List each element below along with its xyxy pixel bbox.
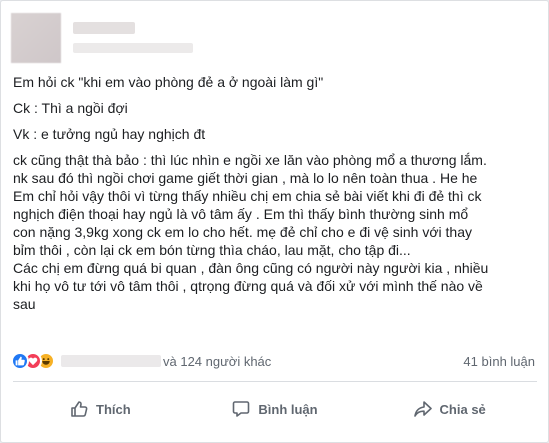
post-line: Em hỏi ck "khi em vào phòng đẻ a ở ngoài… [13,74,324,90]
post-card: Em hỏi ck "khi em vào phòng đẻ a ở ngoài… [0,0,549,443]
reaction-others-count[interactable]: và 124 người khác [163,354,271,369]
post-line: Ck : Thì a ngồi đợi [13,100,128,116]
like-reaction-icon[interactable] [11,352,29,370]
reactor-names-redacted[interactable] [61,355,161,367]
share-button-label: Chia sẻ [439,401,486,417]
post-body: Em hỏi ck "khi em vào phòng đẻ a ở ngoài… [13,73,541,313]
comment-count[interactable]: 41 bình luận [463,354,535,369]
like-button-label: Thích [96,401,131,417]
comment-bubble-icon [233,401,250,417]
author-name-redacted[interactable] [73,22,135,34]
post-line: bỉm thôi , còn lại ck em bón từng thìa c… [13,242,411,258]
post-line: khi họ vô tư tới vô tâm thôi , qtrọng đừ… [13,278,483,294]
like-button[interactable]: Thích [13,389,188,429]
post-line: Vk : e tưởng ngủ hay nghịch đt [13,126,206,142]
share-button[interactable]: Chia sẻ [362,389,537,429]
post-line: Em chỉ hỏi vậy thôi vì từng thấy nhiều c… [13,188,482,204]
share-arrow-icon [413,401,432,417]
thumbs-up-icon [71,401,88,417]
post-header [11,13,531,63]
action-bar: Thích Bình luận Chia sẻ [13,389,537,429]
divider [13,381,537,382]
post-line: con nặng 3,9kg xong ck em lo cho hết. mẹ… [13,224,472,240]
reactions-bar: và 124 người khác 41 bình luận [11,351,539,373]
comment-button-label: Bình luận [258,401,318,417]
post-line: Các chị em đừng quá bi quan , đàn ông cũ… [13,260,489,276]
avatar[interactable] [11,13,61,63]
comment-button[interactable]: Bình luận [188,389,363,429]
post-line: ck cũng thật thà bảo : thì lúc nhìn e ng… [13,152,487,168]
post-line: nk sau đó thì ngồi chơi game giết thời g… [13,170,478,186]
post-line: sau [13,296,36,312]
post-meta-redacted [73,43,193,53]
post-line: nghịch điện thoại hay ngủ là vô tâm ấy .… [13,206,469,222]
